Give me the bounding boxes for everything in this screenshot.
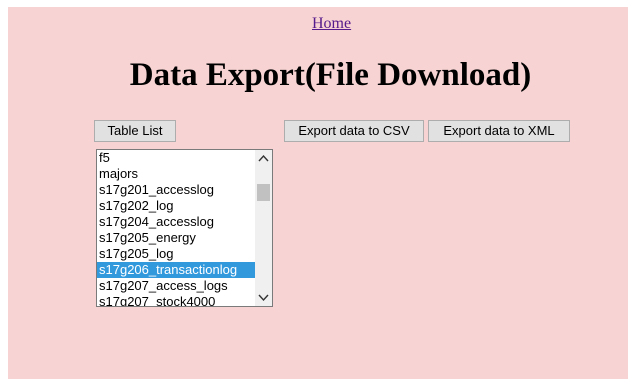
list-item[interactable]: s17g207_stock4000	[97, 294, 255, 306]
list-scrollbar[interactable]	[255, 150, 272, 306]
table-listbox[interactable]: f5 majors s17g201_accesslog s17g202_log …	[96, 149, 273, 307]
home-link[interactable]: Home	[312, 15, 351, 33]
scroll-thumb[interactable]	[257, 184, 270, 201]
scroll-up-icon[interactable]	[255, 150, 272, 167]
export-xml-button[interactable]: Export data to XML	[428, 120, 570, 142]
scroll-down-icon[interactable]	[255, 289, 272, 306]
list-item[interactable]: s17g206_transactionlog	[97, 262, 255, 278]
table-list-items: f5 majors s17g201_accesslog s17g202_log …	[97, 150, 255, 306]
list-item[interactable]: s17g205_log	[97, 246, 255, 262]
page-background: Home Data Export(File Download) Table Li…	[8, 7, 628, 379]
page-title: Data Export(File Download)	[129, 57, 532, 93]
list-item[interactable]: s17g205_energy	[97, 230, 255, 246]
list-item[interactable]: s17g207_access_logs	[97, 278, 255, 294]
list-item[interactable]: s17g202_log	[97, 198, 255, 214]
list-item[interactable]: majors	[97, 166, 255, 182]
list-item[interactable]: f5	[97, 150, 255, 166]
table-list-button[interactable]: Table List	[94, 120, 176, 142]
list-item[interactable]: s17g201_accesslog	[97, 182, 255, 198]
export-csv-button[interactable]: Export data to CSV	[284, 120, 424, 142]
list-item[interactable]: s17g204_accesslog	[97, 214, 255, 230]
